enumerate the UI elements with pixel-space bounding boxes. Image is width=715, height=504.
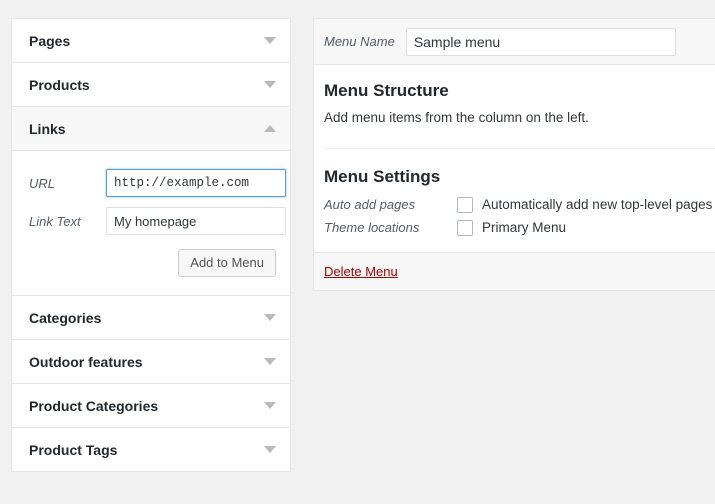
accordion-panel-products: Products: [12, 63, 290, 107]
accordion-title: Product Categories: [29, 397, 159, 414]
accordion-header-links[interactable]: Links: [12, 107, 290, 150]
accordion-title: Categories: [29, 309, 102, 326]
primary-menu-checkbox[interactable]: [457, 219, 473, 236]
menu-name-input[interactable]: [405, 27, 676, 56]
accordion-title: Product Tags: [29, 441, 118, 458]
menu-name-label: Menu Name: [324, 34, 395, 49]
accordion-title: Pages: [29, 32, 71, 49]
links-panel-body: URL Link Text Add to Menu: [12, 150, 290, 295]
url-input[interactable]: [106, 169, 286, 197]
auto-add-pages-label: Auto add pages: [324, 197, 416, 213]
link-text-input[interactable]: [106, 207, 286, 235]
accordion-header-product-tags[interactable]: Product Tags: [12, 428, 290, 471]
menu-editor-panel: Menu Name Menu Structure Add menu items …: [313, 18, 715, 291]
primary-menu-checkbox-text: Primary Menu: [482, 220, 567, 236]
accordion-panel-outdoor-features: Outdoor features: [12, 340, 290, 384]
setting-row-auto-add-pages: Auto add pages Automatically add new top…: [324, 196, 715, 213]
accordion-header-pages[interactable]: Pages: [12, 19, 290, 62]
accordion-panel-categories: Categories: [12, 296, 290, 340]
accordion-panel-product-categories: Product Categories: [12, 384, 290, 428]
accordion-header-product-categories[interactable]: Product Categories: [12, 384, 290, 427]
menu-editor-footer: Delete Menu: [314, 251, 715, 290]
chevron-down-icon[interactable]: [264, 446, 276, 453]
menu-structure-description: Add menu items from the column on the le…: [324, 110, 589, 126]
menu-structure-heading: Menu Structure: [324, 81, 449, 100]
chevron-down-icon[interactable]: [264, 402, 276, 409]
chevron-down-icon[interactable]: [264, 314, 276, 321]
theme-locations-label: Theme locations: [324, 220, 420, 236]
accordion-header-categories[interactable]: Categories: [12, 296, 290, 339]
add-menu-items-column: Pages Products Links URL Link Text Add t…: [11, 18, 291, 472]
auto-add-pages-checkbox[interactable]: [457, 196, 473, 213]
delete-menu-link[interactable]: Delete Menu: [324, 264, 398, 279]
accordion-title: Links: [29, 120, 66, 137]
chevron-up-icon[interactable]: [264, 125, 276, 132]
menu-editor-body: Menu Structure Add menu items from the c…: [314, 65, 715, 236]
menu-name-bar: Menu Name: [314, 19, 715, 65]
accordion-panel-links: Links URL Link Text Add to Menu: [12, 107, 290, 296]
accordion-title: Products: [29, 76, 90, 93]
accordion-panel-pages: Pages: [12, 19, 290, 63]
chevron-down-icon[interactable]: [264, 81, 276, 88]
setting-row-theme-locations: Theme locations Primary Menu: [324, 219, 715, 236]
accordion-header-outdoor-features[interactable]: Outdoor features: [12, 340, 290, 383]
url-field-row: URL: [29, 169, 286, 197]
links-panel-actions: Add to Menu: [29, 249, 276, 277]
accordion-title: Outdoor features: [29, 353, 143, 370]
add-to-menu-button[interactable]: Add to Menu: [178, 249, 276, 277]
link-text-field-row: Link Text: [29, 207, 286, 235]
auto-add-pages-checkbox-text: Automatically add new top-level pages to: [482, 197, 715, 213]
link-text-label: Link Text: [29, 213, 81, 229]
chevron-down-icon[interactable]: [264, 37, 276, 44]
accordion-panel-product-tags: Product Tags: [12, 428, 290, 471]
accordion-header-products[interactable]: Products: [12, 63, 290, 106]
url-label: URL: [29, 175, 56, 191]
section-divider: [324, 148, 715, 150]
menu-settings-heading: Menu Settings: [324, 167, 441, 187]
chevron-down-icon[interactable]: [264, 358, 276, 365]
